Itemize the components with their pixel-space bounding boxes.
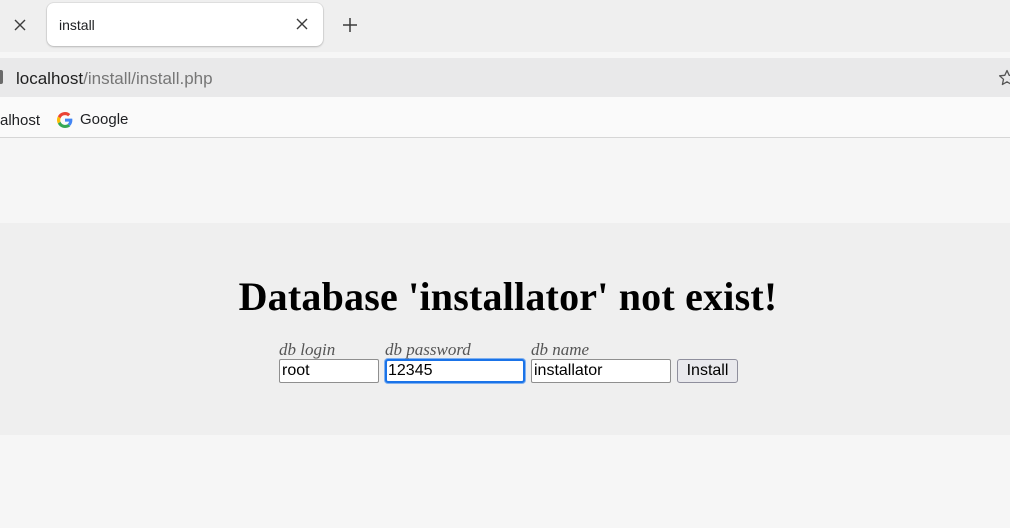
star-icon[interactable]: [998, 69, 1010, 87]
page-content: Database 'installator' not exist! db log…: [0, 138, 1010, 528]
plus-icon: [343, 18, 357, 32]
tab-strip: install: [0, 0, 1010, 52]
bookmark-google-label: Google: [80, 111, 129, 128]
install-panel: Database 'installator' not exist! db log…: [0, 223, 1010, 435]
db-password-input[interactable]: [385, 359, 525, 383]
close-icon[interactable]: [10, 14, 30, 36]
page-title: Database 'installator' not exist!: [238, 274, 778, 319]
db-password-field: db password: [385, 340, 525, 383]
address-bar[interactable]: localhost/install/install.php: [0, 58, 1010, 97]
star-icon-glyph: [998, 69, 1010, 86]
db-password-label: db password: [385, 340, 471, 359]
new-tab-button[interactable]: [339, 14, 361, 36]
url-path: /install/install.php: [83, 69, 213, 88]
db-name-label: db name: [531, 340, 590, 359]
close-icon: [296, 18, 308, 30]
db-name-field: db name: [531, 340, 671, 383]
db-login-label: db login: [279, 340, 336, 359]
db-login-input[interactable]: [279, 359, 379, 383]
bookmark-localhost[interactable]: alhost: [0, 112, 40, 129]
install-button[interactable]: Install: [677, 359, 738, 383]
google-g-icon: [57, 111, 73, 128]
url-host: localhost: [16, 69, 84, 88]
bookmarks-bar: alhost Google: [0, 97, 1010, 138]
db-name-input[interactable]: [531, 359, 671, 383]
bookmark-google[interactable]: Google: [57, 111, 128, 128]
close-icon-glyph: [14, 19, 26, 31]
url-text[interactable]: localhost/install/install.php: [16, 69, 213, 89]
tab-install[interactable]: install: [47, 3, 323, 46]
tab-title: install: [59, 17, 95, 33]
site-info-icon[interactable]: [0, 70, 3, 84]
db-login-field: db login: [279, 340, 379, 383]
tab-close-icon[interactable]: [293, 15, 311, 33]
